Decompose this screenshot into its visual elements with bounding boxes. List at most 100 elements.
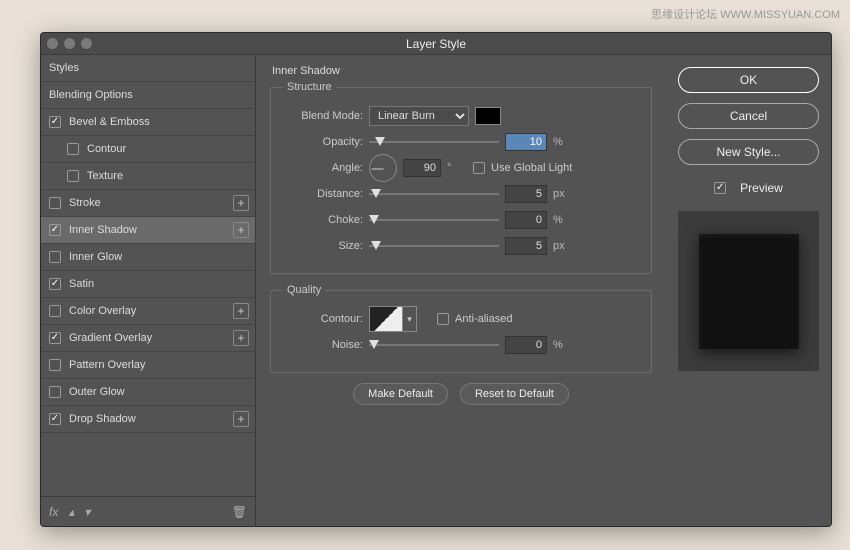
reset-default-button[interactable]: Reset to Default (460, 383, 569, 405)
opacity-unit: % (553, 136, 573, 148)
structure-group: Structure Blend Mode: Linear Burn Opacit… (270, 81, 652, 274)
effect-checkbox[interactable] (49, 386, 61, 398)
effect-checkbox[interactable] (49, 332, 61, 344)
chevron-down-icon[interactable]: ▾ (403, 306, 417, 332)
arrow-up-icon[interactable]: ▴ (68, 505, 74, 519)
distance-label: Distance: (283, 188, 363, 200)
shadow-color-swatch[interactable] (475, 107, 501, 125)
trash-icon[interactable]: 🗑 (232, 505, 247, 519)
blend-mode-select[interactable]: Linear Burn (369, 106, 469, 126)
cancel-button[interactable]: Cancel (678, 103, 819, 129)
distance-field[interactable] (505, 185, 547, 203)
effect-checkbox[interactable] (67, 170, 79, 182)
sidebar-item-pattern-overlay[interactable]: Pattern Overlay (41, 352, 255, 379)
sidebar-item-outer-glow[interactable]: Outer Glow (41, 379, 255, 406)
opacity-slider[interactable] (369, 135, 499, 149)
angle-unit: ° (447, 162, 467, 174)
effect-checkbox[interactable] (49, 359, 61, 371)
fx-menu-icon[interactable]: fx (49, 505, 58, 519)
title-bar[interactable]: Layer Style (41, 33, 831, 55)
preview-thumbnail (678, 211, 819, 371)
sidebar-item-drop-shadow[interactable]: Drop Shadow + (41, 406, 255, 433)
effect-checkbox[interactable] (49, 413, 61, 425)
effect-checkbox[interactable] (49, 305, 61, 317)
sidebar-item-label: Inner Shadow (69, 224, 137, 236)
sidebar-item-label: Satin (69, 278, 94, 290)
global-light-checkbox[interactable] (473, 162, 485, 174)
effect-checkbox[interactable] (49, 278, 61, 290)
zoom-icon[interactable] (81, 38, 92, 49)
add-effect-icon[interactable]: + (233, 195, 249, 211)
noise-slider[interactable] (369, 338, 499, 352)
size-label: Size: (283, 240, 363, 252)
sidebar-item-label: Blending Options (49, 89, 133, 101)
sidebar-item-blending-options[interactable]: Blending Options (41, 82, 255, 109)
quality-legend: Quality (283, 284, 325, 296)
sidebar-item-color-overlay[interactable]: Color Overlay + (41, 298, 255, 325)
effect-checkbox[interactable] (49, 251, 61, 263)
sidebar-item-bevel-emboss[interactable]: Bevel & Emboss (41, 109, 255, 136)
sidebar-item-label: Contour (87, 143, 126, 155)
sidebar-item-label: Gradient Overlay (69, 332, 152, 344)
contour-label: Contour: (283, 313, 363, 325)
size-unit: px (553, 240, 573, 252)
sidebar-item-contour[interactable]: Contour (41, 136, 255, 163)
close-icon[interactable] (47, 38, 58, 49)
choke-field[interactable] (505, 211, 547, 229)
sidebar-item-stroke[interactable]: Stroke+ (41, 190, 255, 217)
dialog-title: Layer Style (406, 37, 466, 51)
add-effect-icon[interactable]: + (233, 411, 249, 427)
add-effect-icon[interactable]: + (233, 303, 249, 319)
effect-checkbox[interactable] (67, 143, 79, 155)
ok-button[interactable]: OK (678, 67, 819, 93)
blend-mode-label: Blend Mode: (283, 110, 363, 122)
angle-field[interactable] (403, 159, 441, 177)
preview-label: Preview (740, 181, 783, 195)
sidebar-item-texture[interactable]: Texture (41, 163, 255, 190)
window-controls[interactable] (47, 38, 92, 49)
arrow-down-icon[interactable]: ▾ (84, 505, 90, 519)
sidebar-item-satin[interactable]: Satin (41, 271, 255, 298)
make-default-button[interactable]: Make Default (353, 383, 448, 405)
anti-aliased-checkbox[interactable] (437, 313, 449, 325)
effect-checkbox[interactable] (49, 224, 61, 236)
choke-slider[interactable] (369, 213, 499, 227)
sidebar-item-label: Pattern Overlay (69, 359, 145, 371)
noise-field[interactable] (505, 336, 547, 354)
sidebar-item-styles[interactable]: Styles (41, 55, 255, 82)
sidebar-item-label: Outer Glow (69, 386, 125, 398)
global-light-label: Use Global Light (491, 162, 572, 174)
add-effect-icon[interactable]: + (233, 222, 249, 238)
opacity-field[interactable] (505, 133, 547, 151)
new-style-button[interactable]: New Style... (678, 139, 819, 165)
size-field[interactable] (505, 237, 547, 255)
sidebar-item-label: Styles (49, 62, 79, 74)
distance-slider[interactable] (369, 187, 499, 201)
choke-label: Choke: (283, 214, 363, 226)
watermark-text: 思缘设计论坛 WWW.MISSYUAN.COM (651, 6, 840, 22)
anti-aliased-label: Anti-aliased (455, 313, 512, 325)
minimize-icon[interactable] (64, 38, 75, 49)
angle-dial[interactable] (369, 154, 397, 182)
panel-title: Inner Shadow (270, 65, 652, 77)
sidebar-item-inner-glow[interactable]: Inner Glow (41, 244, 255, 271)
effect-checkbox[interactable] (49, 197, 61, 209)
quality-group: Quality Contour: ▾ Anti-aliased Noise: % (270, 284, 652, 373)
sidebar-item-gradient-overlay[interactable]: Gradient Overlay + (41, 325, 255, 352)
effects-sidebar: Styles Blending Options Bevel & Emboss Cont… (41, 55, 256, 526)
preview-checkbox[interactable] (714, 182, 726, 194)
sidebar-item-label: Drop Shadow (69, 413, 136, 425)
settings-panel: Inner Shadow Structure Blend Mode: Linea… (256, 55, 666, 526)
opacity-label: Opacity: (283, 136, 363, 148)
size-slider[interactable] (369, 239, 499, 253)
choke-unit: % (553, 214, 573, 226)
contour-picker[interactable] (369, 306, 403, 332)
noise-unit: % (553, 339, 573, 351)
sidebar-item-inner-shadow[interactable]: Inner Shadow + (41, 217, 255, 244)
angle-label: Angle: (283, 162, 363, 174)
sidebar-item-label: Color Overlay (69, 305, 136, 317)
layer-style-dialog: Layer Style Styles Blending Options Bevel … (40, 32, 832, 527)
add-effect-icon[interactable]: + (233, 330, 249, 346)
effect-checkbox[interactable] (49, 116, 61, 128)
sidebar-item-label: Inner Glow (69, 251, 122, 263)
